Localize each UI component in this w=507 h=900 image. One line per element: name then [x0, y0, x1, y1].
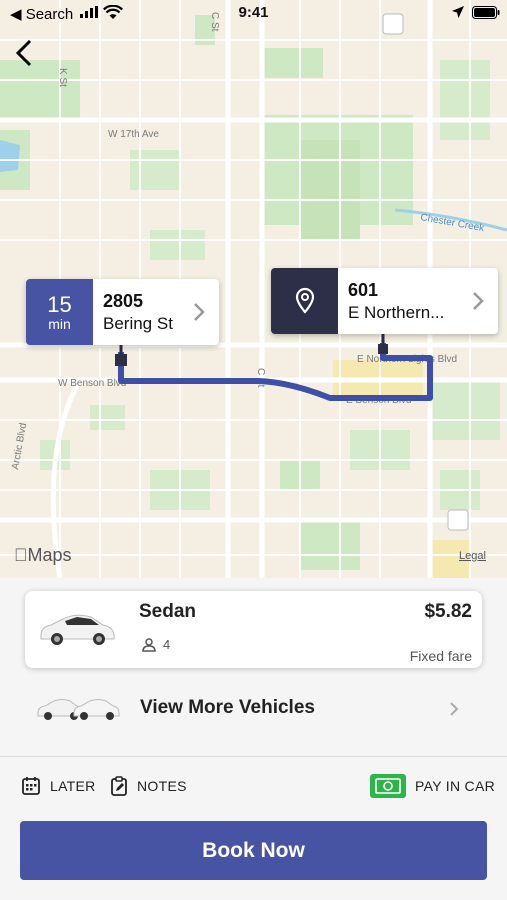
later-option[interactable]: LATER: [21, 776, 96, 796]
chevron-right-icon: [194, 303, 205, 321]
eta-unit: min: [48, 316, 71, 332]
map-pin-icon: [295, 287, 314, 314]
apple-logo-icon: : [14, 545, 28, 565]
multiple-cars-icon: [37, 699, 120, 720]
selected-vehicle-card[interactable]: Sedan 4 $5.82 Fixed fare: [25, 591, 482, 668]
battery-icon: [472, 6, 500, 19]
pickup-eta-callout[interactable]: 15 min 2805 Bering St: [26, 279, 219, 345]
payment-option[interactable]: PAY IN CAR: [370, 774, 495, 798]
notes-option[interactable]: NOTES: [110, 776, 187, 796]
origin-marker: [115, 354, 127, 366]
passenger-count: 4: [141, 637, 170, 652]
book-now-button[interactable]: Book Now: [20, 821, 487, 880]
pickup-address-line1: 2805: [103, 290, 144, 311]
booking-panel: Sedan 4 $5.82 Fixed fare View More Vehic…: [0, 578, 507, 900]
clock: 9:41: [238, 4, 269, 21]
legal-link[interactable]: Legal: [459, 550, 486, 562]
destination-address-line1: 601: [348, 279, 379, 300]
view-more-vehicles-row[interactable]: View More Vehicles: [0, 683, 507, 733]
passenger-count-value: 4: [163, 637, 171, 652]
vehicle-name: Sedan: [139, 601, 197, 622]
street-label: Arctic Blvd: [10, 422, 29, 470]
notes-icon: [111, 776, 127, 796]
fare-type: Fixed fare: [409, 648, 472, 664]
divider: [0, 756, 507, 757]
view-more-vehicles-label: View More Vehicles: [140, 697, 315, 718]
street-label: W 17th Ave: [108, 129, 159, 140]
destination-marker: [378, 344, 388, 354]
booking-options: LATER NOTES PAY IN CAR: [0, 774, 507, 802]
fare-price: $5.82: [424, 601, 472, 622]
eta-badge: 15 min: [26, 279, 93, 345]
eta-minutes: 15: [47, 292, 72, 317]
maps-attribution: Maps: [14, 545, 72, 565]
pay-in-car-label: PAY IN CAR: [415, 778, 496, 794]
street-label: W Benson Blvd: [58, 378, 126, 389]
pickup-address-line2: Bering St: [103, 313, 173, 333]
person-icon: [142, 637, 156, 652]
later-label: LATER: [50, 778, 96, 794]
sedan-car-icon: [40, 614, 115, 645]
destination-address-line2: E Northern...: [348, 302, 445, 322]
cash-icon: [370, 774, 406, 798]
street-label: K St: [57, 68, 68, 87]
street-label: C St: [255, 368, 266, 388]
chevron-right-icon: [473, 292, 484, 310]
location-arrow-icon: [452, 6, 464, 18]
map-view[interactable]: K St W 17th Ave Chester Creek E Northern…: [0, 0, 507, 578]
status-bar: ◀ Search 9:41: [0, 0, 507, 28]
chevron-right-icon: [450, 702, 459, 716]
notes-label: NOTES: [137, 778, 187, 794]
calendar-icon: [22, 777, 40, 795]
back-arrow-icon[interactable]: [12, 38, 38, 68]
destination-badge: [271, 268, 338, 334]
destination-callout[interactable]: 601 E Northern...: [271, 268, 498, 334]
